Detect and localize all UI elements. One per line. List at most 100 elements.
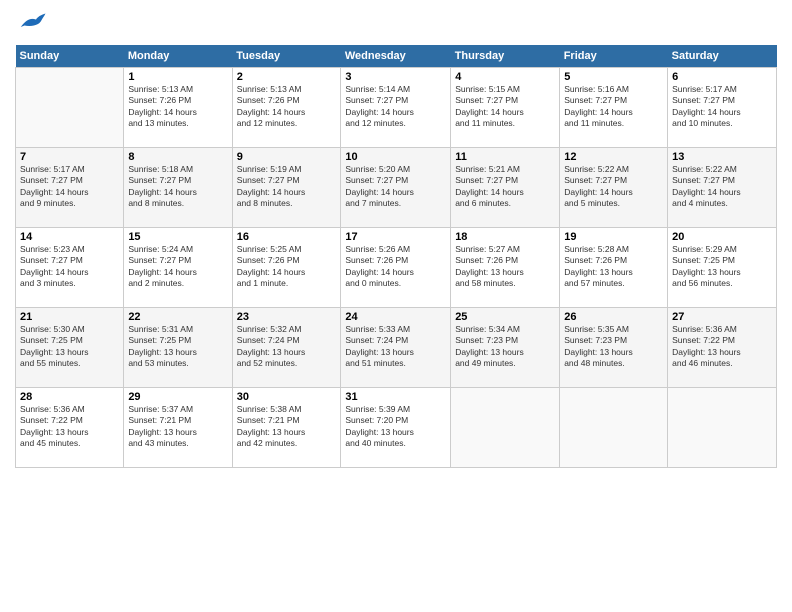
- day-number: 30: [237, 391, 337, 403]
- day-cell: 6Sunrise: 5:17 AM Sunset: 7:27 PM Daylig…: [668, 68, 777, 148]
- day-info: Sunrise: 5:14 AM Sunset: 7:27 PM Dayligh…: [345, 84, 446, 130]
- day-info: Sunrise: 5:31 AM Sunset: 7:25 PM Dayligh…: [128, 324, 227, 370]
- day-info: Sunrise: 5:22 AM Sunset: 7:27 PM Dayligh…: [672, 164, 772, 210]
- day-cell: 10Sunrise: 5:20 AM Sunset: 7:27 PM Dayli…: [341, 148, 451, 228]
- day-info: Sunrise: 5:29 AM Sunset: 7:25 PM Dayligh…: [672, 244, 772, 290]
- week-row-3: 14Sunrise: 5:23 AM Sunset: 7:27 PM Dayli…: [16, 228, 777, 308]
- day-number: 4: [455, 71, 555, 83]
- day-cell: 16Sunrise: 5:25 AM Sunset: 7:26 PM Dayli…: [232, 228, 341, 308]
- day-info: Sunrise: 5:22 AM Sunset: 7:27 PM Dayligh…: [564, 164, 663, 210]
- day-info: Sunrise: 5:17 AM Sunset: 7:27 PM Dayligh…: [20, 164, 119, 210]
- day-info: Sunrise: 5:23 AM Sunset: 7:27 PM Dayligh…: [20, 244, 119, 290]
- day-number: 24: [345, 311, 446, 323]
- day-info: Sunrise: 5:16 AM Sunset: 7:27 PM Dayligh…: [564, 84, 663, 130]
- col-header-saturday: Saturday: [668, 45, 777, 68]
- day-cell: 22Sunrise: 5:31 AM Sunset: 7:25 PM Dayli…: [124, 308, 232, 388]
- day-cell: 3Sunrise: 5:14 AM Sunset: 7:27 PM Daylig…: [341, 68, 451, 148]
- day-cell: 25Sunrise: 5:34 AM Sunset: 7:23 PM Dayli…: [451, 308, 560, 388]
- day-info: Sunrise: 5:13 AM Sunset: 7:26 PM Dayligh…: [237, 84, 337, 130]
- day-number: 9: [237, 151, 337, 163]
- day-number: 7: [20, 151, 119, 163]
- day-info: Sunrise: 5:17 AM Sunset: 7:27 PM Dayligh…: [672, 84, 772, 130]
- day-number: 2: [237, 71, 337, 83]
- day-cell: 11Sunrise: 5:21 AM Sunset: 7:27 PM Dayli…: [451, 148, 560, 228]
- day-cell: 27Sunrise: 5:36 AM Sunset: 7:22 PM Dayli…: [668, 308, 777, 388]
- day-cell: 31Sunrise: 5:39 AM Sunset: 7:20 PM Dayli…: [341, 388, 451, 468]
- day-number: 13: [672, 151, 772, 163]
- day-cell: 4Sunrise: 5:15 AM Sunset: 7:27 PM Daylig…: [451, 68, 560, 148]
- calendar-header-row: SundayMondayTuesdayWednesdayThursdayFrid…: [16, 45, 777, 68]
- day-cell: 12Sunrise: 5:22 AM Sunset: 7:27 PM Dayli…: [560, 148, 668, 228]
- day-info: Sunrise: 5:18 AM Sunset: 7:27 PM Dayligh…: [128, 164, 227, 210]
- day-number: 5: [564, 71, 663, 83]
- day-info: Sunrise: 5:32 AM Sunset: 7:24 PM Dayligh…: [237, 324, 337, 370]
- day-number: 28: [20, 391, 119, 403]
- day-cell: 24Sunrise: 5:33 AM Sunset: 7:24 PM Dayli…: [341, 308, 451, 388]
- day-number: 18: [455, 231, 555, 243]
- col-header-tuesday: Tuesday: [232, 45, 341, 68]
- week-row-4: 21Sunrise: 5:30 AM Sunset: 7:25 PM Dayli…: [16, 308, 777, 388]
- day-cell: 15Sunrise: 5:24 AM Sunset: 7:27 PM Dayli…: [124, 228, 232, 308]
- day-info: Sunrise: 5:19 AM Sunset: 7:27 PM Dayligh…: [237, 164, 337, 210]
- week-row-1: 1Sunrise: 5:13 AM Sunset: 7:26 PM Daylig…: [16, 68, 777, 148]
- day-number: 10: [345, 151, 446, 163]
- day-info: Sunrise: 5:38 AM Sunset: 7:21 PM Dayligh…: [237, 404, 337, 450]
- day-cell: 28Sunrise: 5:36 AM Sunset: 7:22 PM Dayli…: [16, 388, 124, 468]
- week-row-5: 28Sunrise: 5:36 AM Sunset: 7:22 PM Dayli…: [16, 388, 777, 468]
- day-number: 8: [128, 151, 227, 163]
- day-number: 16: [237, 231, 337, 243]
- week-row-2: 7Sunrise: 5:17 AM Sunset: 7:27 PM Daylig…: [16, 148, 777, 228]
- day-info: Sunrise: 5:13 AM Sunset: 7:26 PM Dayligh…: [128, 84, 227, 130]
- day-info: Sunrise: 5:30 AM Sunset: 7:25 PM Dayligh…: [20, 324, 119, 370]
- day-cell: 30Sunrise: 5:38 AM Sunset: 7:21 PM Dayli…: [232, 388, 341, 468]
- day-number: 25: [455, 311, 555, 323]
- day-cell: [451, 388, 560, 468]
- day-number: 21: [20, 311, 119, 323]
- day-number: 31: [345, 391, 446, 403]
- day-number: 20: [672, 231, 772, 243]
- day-cell: 14Sunrise: 5:23 AM Sunset: 7:27 PM Dayli…: [16, 228, 124, 308]
- day-number: 29: [128, 391, 227, 403]
- day-cell: 9Sunrise: 5:19 AM Sunset: 7:27 PM Daylig…: [232, 148, 341, 228]
- day-number: 27: [672, 311, 772, 323]
- day-number: 15: [128, 231, 227, 243]
- day-cell: 26Sunrise: 5:35 AM Sunset: 7:23 PM Dayli…: [560, 308, 668, 388]
- day-info: Sunrise: 5:36 AM Sunset: 7:22 PM Dayligh…: [20, 404, 119, 450]
- day-cell: 19Sunrise: 5:28 AM Sunset: 7:26 PM Dayli…: [560, 228, 668, 308]
- day-cell: 13Sunrise: 5:22 AM Sunset: 7:27 PM Dayli…: [668, 148, 777, 228]
- day-number: 26: [564, 311, 663, 323]
- day-info: Sunrise: 5:24 AM Sunset: 7:27 PM Dayligh…: [128, 244, 227, 290]
- col-header-sunday: Sunday: [16, 45, 124, 68]
- col-header-wednesday: Wednesday: [341, 45, 451, 68]
- day-cell: 21Sunrise: 5:30 AM Sunset: 7:25 PM Dayli…: [16, 308, 124, 388]
- header: [15, 10, 777, 37]
- day-cell: 23Sunrise: 5:32 AM Sunset: 7:24 PM Dayli…: [232, 308, 341, 388]
- day-cell: [560, 388, 668, 468]
- day-info: Sunrise: 5:20 AM Sunset: 7:27 PM Dayligh…: [345, 164, 446, 210]
- day-number: 3: [345, 71, 446, 83]
- day-number: 14: [20, 231, 119, 243]
- day-number: 17: [345, 231, 446, 243]
- col-header-thursday: Thursday: [451, 45, 560, 68]
- logo: [15, 10, 47, 37]
- day-number: 6: [672, 71, 772, 83]
- day-number: 19: [564, 231, 663, 243]
- day-cell: 7Sunrise: 5:17 AM Sunset: 7:27 PM Daylig…: [16, 148, 124, 228]
- day-cell: 8Sunrise: 5:18 AM Sunset: 7:27 PM Daylig…: [124, 148, 232, 228]
- day-cell: 17Sunrise: 5:26 AM Sunset: 7:26 PM Dayli…: [341, 228, 451, 308]
- day-info: Sunrise: 5:15 AM Sunset: 7:27 PM Dayligh…: [455, 84, 555, 130]
- day-info: Sunrise: 5:34 AM Sunset: 7:23 PM Dayligh…: [455, 324, 555, 370]
- day-info: Sunrise: 5:26 AM Sunset: 7:26 PM Dayligh…: [345, 244, 446, 290]
- page: SundayMondayTuesdayWednesdayThursdayFrid…: [0, 0, 792, 612]
- day-info: Sunrise: 5:25 AM Sunset: 7:26 PM Dayligh…: [237, 244, 337, 290]
- day-info: Sunrise: 5:36 AM Sunset: 7:22 PM Dayligh…: [672, 324, 772, 370]
- day-cell: 2Sunrise: 5:13 AM Sunset: 7:26 PM Daylig…: [232, 68, 341, 148]
- col-header-monday: Monday: [124, 45, 232, 68]
- day-cell: 18Sunrise: 5:27 AM Sunset: 7:26 PM Dayli…: [451, 228, 560, 308]
- day-cell: [668, 388, 777, 468]
- day-cell: 29Sunrise: 5:37 AM Sunset: 7:21 PM Dayli…: [124, 388, 232, 468]
- day-number: 12: [564, 151, 663, 163]
- day-number: 1: [128, 71, 227, 83]
- day-info: Sunrise: 5:27 AM Sunset: 7:26 PM Dayligh…: [455, 244, 555, 290]
- calendar-table: SundayMondayTuesdayWednesdayThursdayFrid…: [15, 45, 777, 468]
